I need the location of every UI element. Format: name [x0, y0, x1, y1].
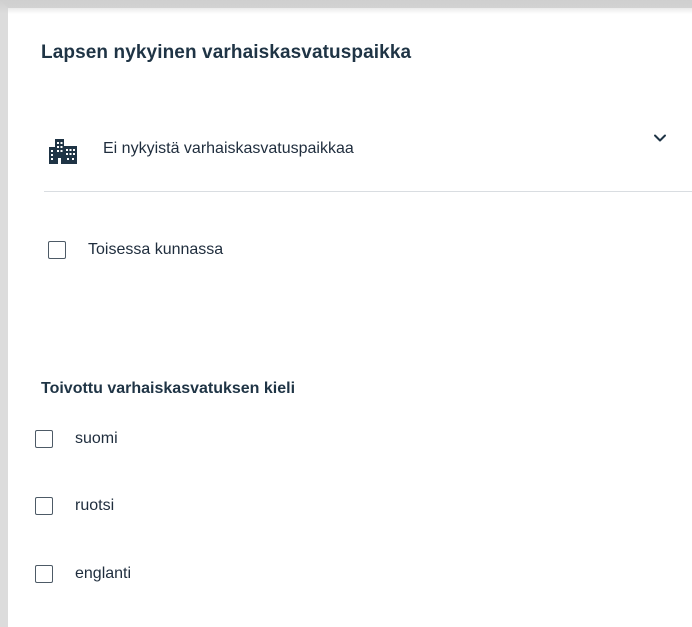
building-icon	[46, 134, 80, 168]
language-option-label: suomi	[75, 430, 118, 447]
current-place-select[interactable]: Ei nykyistä varhaiskasvatuspaikkaa	[44, 120, 692, 192]
other-municipality-checkbox-row[interactable]: Toisessa kunnassa	[48, 239, 268, 263]
other-municipality-label: Toisessa kunnassa	[88, 241, 224, 258]
language-checkbox-ruotsi[interactable]	[35, 497, 53, 515]
section-title-current-place: Lapsen nykyinen varhaiskasvatuspaikka	[41, 42, 412, 63]
language-option-label: ruotsi	[75, 497, 115, 514]
language-option-ruotsi[interactable]: ruotsi	[35, 495, 195, 519]
chevron-down-icon[interactable]	[652, 130, 668, 146]
other-municipality-checkbox[interactable]	[48, 241, 66, 259]
language-checkbox-englanti[interactable]	[35, 565, 53, 583]
selected-value: Ei nykyistä varhaiskasvatuspaikkaa	[103, 140, 354, 157]
language-option-label: englanti	[75, 565, 132, 582]
language-option-suomi[interactable]: suomi	[35, 428, 195, 452]
language-checkbox-suomi[interactable]	[35, 430, 53, 448]
form-card: Lapsen nykyinen varhaiskasvatuspaikka Ei…	[0, 0, 692, 627]
section-title-language: Toivottu varhaiskasvatuksen kieli	[41, 380, 296, 397]
language-option-englanti[interactable]: englanti	[35, 563, 195, 587]
